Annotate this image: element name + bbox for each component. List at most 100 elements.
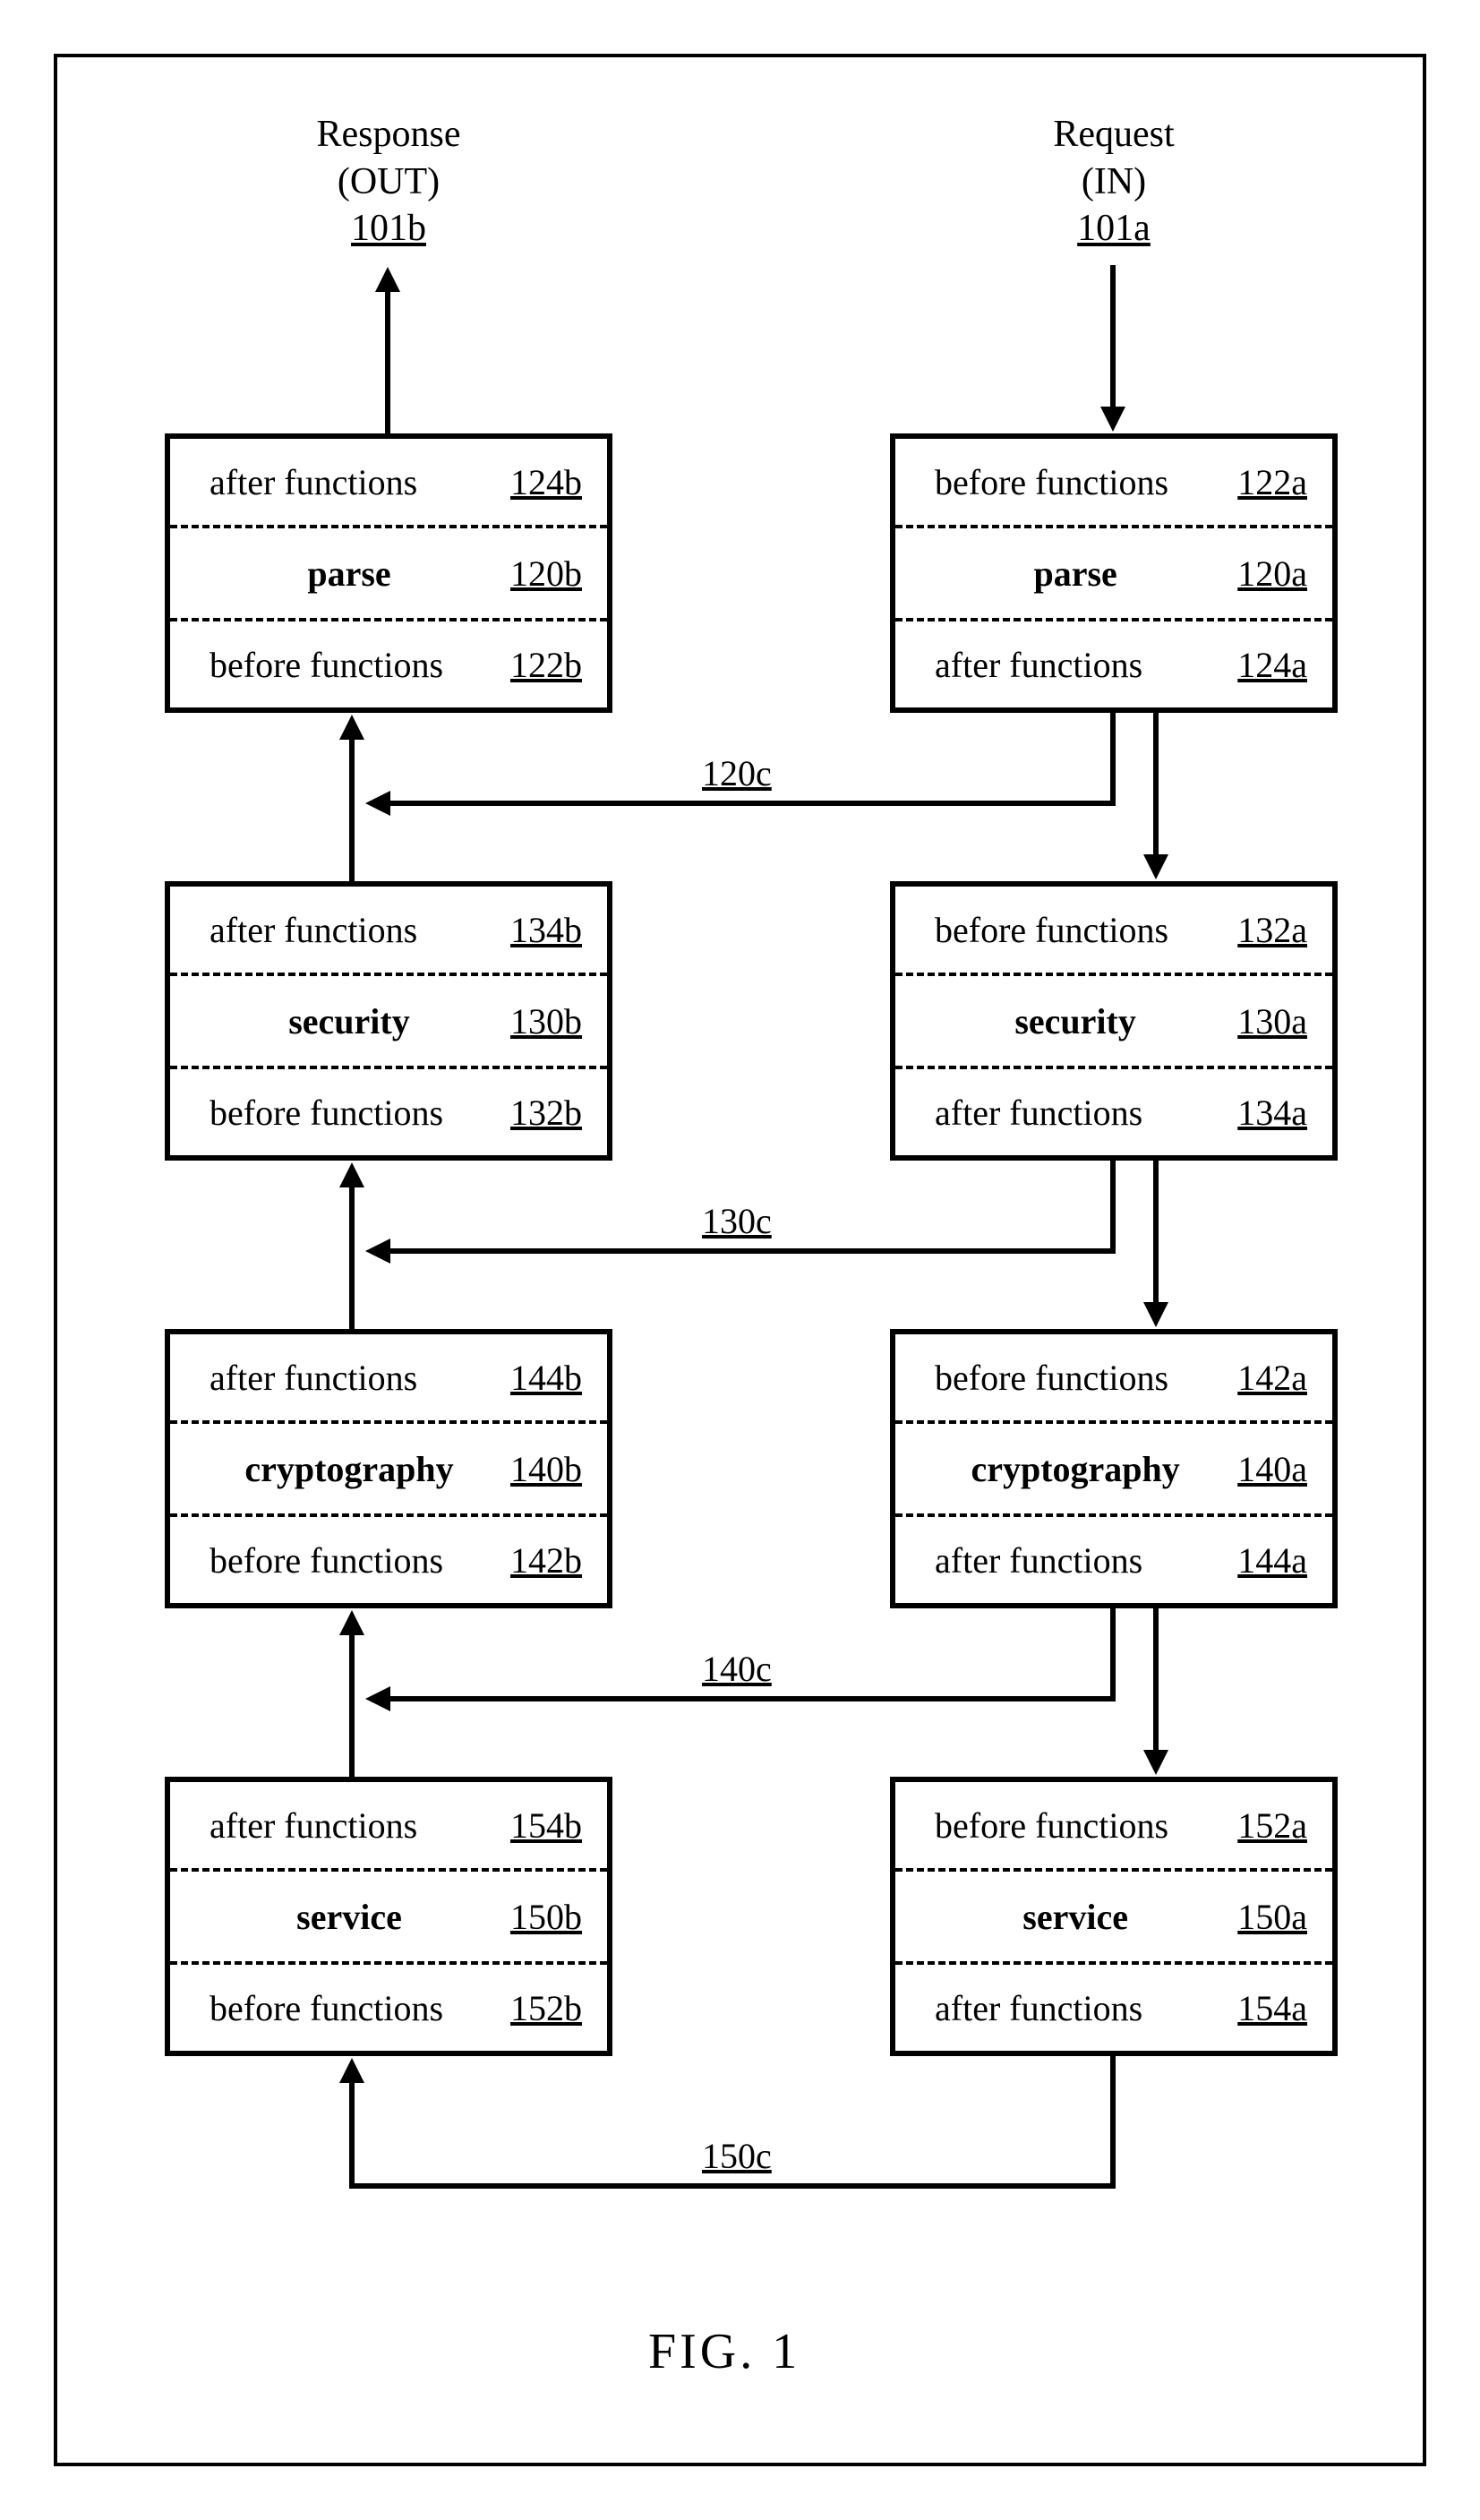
stage-crypto-out: after functions 144b cryptography 140b b… <box>165 1329 612 1608</box>
response-line2: (OUT) <box>263 159 514 206</box>
security-out-after-num: 134b <box>510 909 582 951</box>
crypto-out-after-num: 144b <box>510 1357 582 1399</box>
parse-in-after-row: after functions 124a <box>895 618 1332 707</box>
arrow-parse-up-line <box>349 738 355 881</box>
arrow-request-in-head <box>1100 407 1125 432</box>
arrow-request-in-line <box>1110 265 1116 408</box>
parse-out-mid-label: parse <box>206 553 510 595</box>
parse-in-before-num: 122a <box>1237 461 1307 503</box>
security-in-before-row: before functions 132a <box>895 887 1332 976</box>
arrow-150c-up <box>349 2081 355 2189</box>
parse-out-mid-num: 120b <box>510 553 582 595</box>
parse-in-mid-row: parse 120a <box>895 528 1332 618</box>
response-line1: Response <box>263 111 514 159</box>
security-out-mid-num: 130b <box>510 1000 582 1042</box>
security-out-mid-label: security <box>206 1000 510 1042</box>
arrow-security-up-line <box>349 1186 355 1329</box>
parse-out-after-num: 124b <box>510 461 582 503</box>
service-in-before-num: 152a <box>1237 1804 1307 1847</box>
arrow-crypto-down-line <box>1153 1161 1159 1304</box>
arrow-security-up-head <box>339 1162 364 1187</box>
arrow-140c-down <box>1110 1608 1116 1698</box>
arrow-security-down-line <box>1153 713 1159 856</box>
service-out-before-label: before functions <box>206 1987 510 2029</box>
security-in-mid-label: security <box>931 1000 1237 1042</box>
arrow-150c-head <box>339 2058 364 2083</box>
crypto-out-mid-label: cryptography <box>206 1448 510 1490</box>
arrow-crypto-down-head <box>1143 1302 1168 1327</box>
crypto-out-after-row: after functions 144b <box>170 1334 607 1424</box>
stage-parse-out: after functions 124b parse 120b before f… <box>165 433 612 713</box>
crypto-out-mid-row: cryptography 140b <box>170 1424 607 1513</box>
parse-in-mid-num: 120a <box>1237 553 1307 595</box>
arrow-security-down-head <box>1143 854 1168 879</box>
request-in-label: Request (IN) 101a <box>988 111 1239 253</box>
security-in-mid-num: 130a <box>1237 1000 1307 1042</box>
service-out-after-row: after functions 154b <box>170 1782 607 1872</box>
response-out-label: Response (OUT) 101b <box>263 111 514 253</box>
service-in-mid-row: service 150a <box>895 1872 1332 1961</box>
parse-out-after-label: after functions <box>206 461 510 503</box>
security-out-after-row: after functions 134b <box>170 887 607 976</box>
service-in-mid-num: 150a <box>1237 1896 1307 1938</box>
arrow-150c-down <box>1110 2056 1116 2189</box>
crypto-out-before-label: before functions <box>206 1539 510 1581</box>
diagram-frame: Response (OUT) 101b Request (IN) 101a af… <box>54 54 1426 2466</box>
crypto-in-before-num: 142a <box>1237 1357 1307 1399</box>
arrow-120c-down <box>1110 713 1116 802</box>
stage-security-out: after functions 134b security 130b befor… <box>165 881 612 1161</box>
security-in-after-num: 134a <box>1237 1092 1307 1134</box>
stage-parse-in: before functions 122a parse 120a after f… <box>890 433 1338 713</box>
security-in-before-num: 132a <box>1237 909 1307 951</box>
stage-crypto-in: before functions 142a cryptography 140a … <box>890 1329 1338 1608</box>
stage-service-in: before functions 152a service 150a after… <box>890 1777 1338 2056</box>
crypto-in-after-label: after functions <box>931 1539 1237 1581</box>
crypto-in-mid-num: 140a <box>1237 1448 1307 1490</box>
arrow-130c-horiz <box>390 1248 1116 1254</box>
arrow-response-out-line <box>385 290 390 433</box>
service-out-mid-label: service <box>206 1896 510 1938</box>
stage-service-out: after functions 154b service 150b before… <box>165 1777 612 2056</box>
arrow-120c-horiz <box>390 801 1116 806</box>
crypto-out-before-num: 142b <box>510 1539 582 1581</box>
arrow-130c-down <box>1110 1161 1116 1250</box>
service-out-after-num: 154b <box>510 1804 582 1847</box>
crypto-in-after-row: after functions 144a <box>895 1513 1332 1603</box>
service-out-after-label: after functions <box>206 1804 510 1847</box>
security-in-before-label: before functions <box>931 909 1237 951</box>
arrow-140c-head <box>365 1686 390 1711</box>
security-in-after-label: after functions <box>931 1092 1237 1134</box>
crypto-out-after-label: after functions <box>206 1357 510 1399</box>
arrow-crypto-up-line <box>349 1633 355 1777</box>
arrow-130c-head <box>365 1239 390 1264</box>
parse-in-before-label: before functions <box>931 461 1237 503</box>
service-in-after-num: 154a <box>1237 1987 1307 2029</box>
crypto-out-mid-num: 140b <box>510 1448 582 1490</box>
parse-in-after-num: 124a <box>1237 644 1307 686</box>
service-in-before-row: before functions 152a <box>895 1782 1332 1872</box>
crypto-in-before-row: before functions 142a <box>895 1334 1332 1424</box>
parse-in-before-row: before functions 122a <box>895 439 1332 528</box>
response-num: 101b <box>263 205 514 253</box>
request-num: 101a <box>988 205 1239 253</box>
security-in-mid-row: security 130a <box>895 976 1332 1066</box>
arrow-140c-horiz <box>390 1696 1116 1701</box>
security-in-after-row: after functions 134a <box>895 1066 1332 1155</box>
security-out-after-label: after functions <box>206 909 510 951</box>
crypto-in-mid-row: cryptography 140a <box>895 1424 1332 1513</box>
crypto-in-mid-label: cryptography <box>931 1448 1237 1490</box>
parse-out-after-row: after functions 124b <box>170 439 607 528</box>
parse-in-after-label: after functions <box>931 644 1237 686</box>
arrow-parse-up-head <box>339 715 364 740</box>
service-in-after-label: after functions <box>931 1987 1237 2029</box>
service-out-mid-num: 150b <box>510 1896 582 1938</box>
arrow-130c-label: 130c <box>702 1200 772 1242</box>
security-out-before-num: 132b <box>510 1092 582 1134</box>
parse-out-before-row: before functions 122b <box>170 618 607 707</box>
service-out-before-num: 152b <box>510 1987 582 2029</box>
parse-out-before-num: 122b <box>510 644 582 686</box>
service-in-mid-label: service <box>931 1896 1237 1938</box>
arrow-crypto-up-head <box>339 1610 364 1635</box>
crypto-in-before-label: before functions <box>931 1357 1237 1399</box>
figure-caption: FIG. 1 <box>648 2323 800 2380</box>
